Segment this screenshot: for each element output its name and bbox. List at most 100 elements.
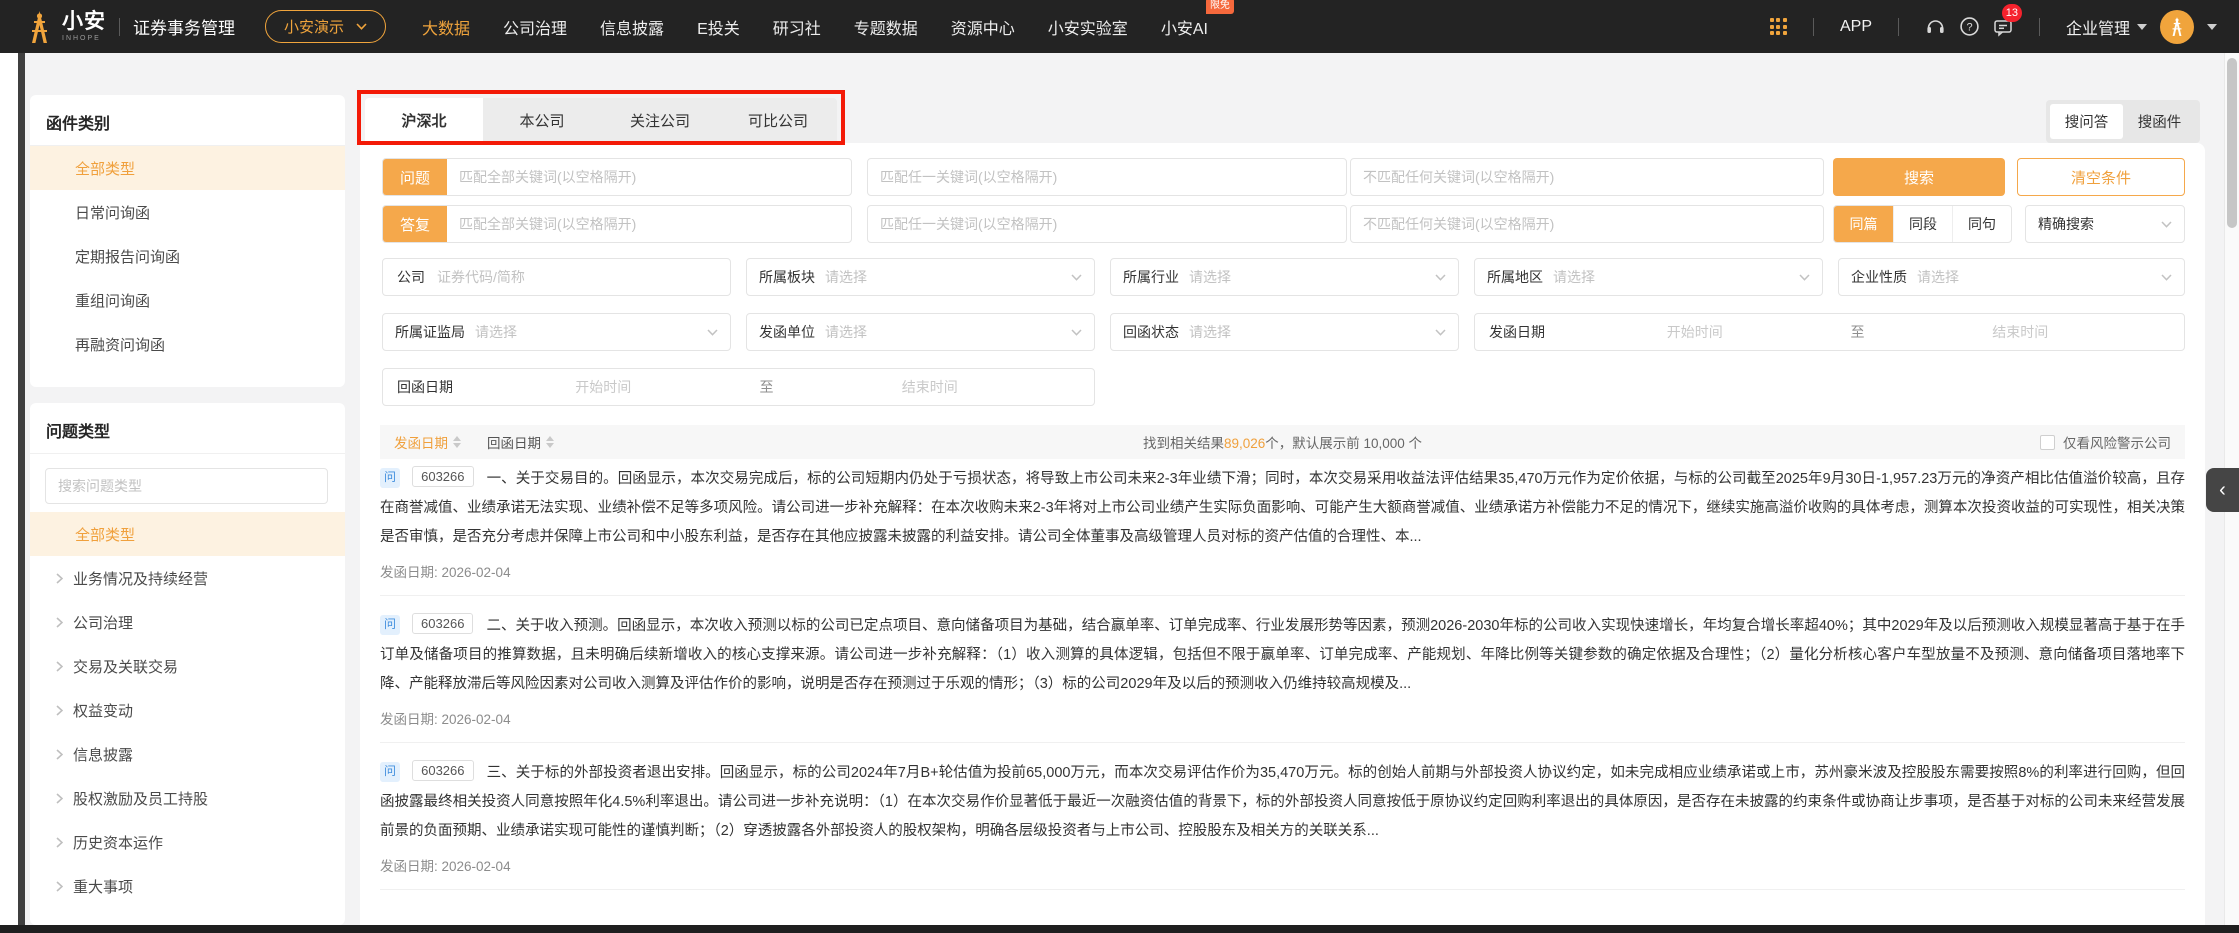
- divider: [2038, 17, 2040, 36]
- nav-item-topic-data[interactable]: 专题数据: [854, 15, 918, 39]
- question-type-search-input[interactable]: [45, 468, 328, 504]
- answer-match-all-field: 答复: [382, 205, 852, 243]
- letter-category-panel: 函件类别 全部类型 日常问询函 定期报告问询函 重组问询函 再融资问询函: [30, 95, 345, 387]
- csrc-bureau-select[interactable]: 所属证监局 请选择: [382, 313, 731, 351]
- question-type-capital-history[interactable]: 历史资本运作: [30, 820, 345, 864]
- enterprise-nature-select[interactable]: 企业性质 请选择: [1838, 258, 2185, 296]
- stock-code-tag[interactable]: 603266: [412, 760, 474, 781]
- logo-text: 小安: [62, 10, 106, 33]
- letter-type-restructuring[interactable]: 重组问询函: [30, 278, 345, 322]
- reply-status-select[interactable]: 回函状态 请选择: [1110, 313, 1459, 351]
- letter-type-daily-inquiry[interactable]: 日常问询函: [30, 190, 345, 234]
- question-type-all[interactable]: 全部类型: [30, 512, 345, 556]
- result-question-text[interactable]: 二、关于收入预测。回函显示，本次收入预测以标的公司已定点项目、意向储备项目为基础…: [380, 618, 2185, 692]
- question-type-business[interactable]: 业务情况及持续经营: [30, 556, 345, 600]
- app-download-link[interactable]: APP: [1840, 18, 1872, 36]
- reply-date-end[interactable]: 结束时间: [780, 377, 1081, 397]
- derrick-logo-icon: [32, 10, 47, 43]
- message-icon[interactable]: 13: [1993, 3, 2022, 37]
- answer-match-any-input[interactable]: [868, 206, 1346, 242]
- help-icon[interactable]: ?: [1959, 16, 1980, 37]
- app-grid-icon[interactable]: [1769, 18, 1787, 35]
- nav-item-bigdata[interactable]: 大数据: [422, 15, 470, 39]
- scope-same-sentence[interactable]: 同句: [1952, 206, 2011, 242]
- divider: [119, 17, 120, 36]
- scope-same-article[interactable]: 同篇: [1834, 206, 1893, 242]
- question-type-transactions[interactable]: 交易及关联交易: [30, 644, 345, 688]
- chevron-down-icon: [2137, 23, 2147, 30]
- chevron-right-icon: [56, 616, 63, 628]
- tab-own-company[interactable]: 本公司: [483, 98, 601, 143]
- search-button[interactable]: 搜索: [1833, 158, 2005, 196]
- letter-type-periodic-report[interactable]: 定期报告问询函: [30, 234, 345, 278]
- chevron-right-icon: [56, 660, 63, 672]
- mode-search-qa[interactable]: 搜问答: [2050, 104, 2123, 139]
- nav-item-ai[interactable]: 小安AI 限免: [1161, 0, 1234, 39]
- question-type-disclosure[interactable]: 信息披露: [30, 732, 345, 776]
- org-management-menu[interactable]: 企业管理: [2066, 15, 2147, 39]
- result-question-text[interactable]: 一、关于交易目的。回函显示，本次交易完成后，标的公司短期内仍处于亏损状态，将导致…: [380, 471, 2185, 545]
- tab-comparable-companies[interactable]: 可比公司: [719, 98, 837, 143]
- risk-filter-checkbox[interactable]: [2040, 434, 2055, 450]
- tab-watched-companies[interactable]: 关注公司: [601, 98, 719, 143]
- risk-filter[interactable]: 仅看风险警示公司: [2040, 432, 2171, 452]
- tab-hushenbei[interactable]: 沪深北: [365, 98, 483, 143]
- precise-search-select[interactable]: 精确搜索: [2025, 205, 2185, 243]
- result-question-text[interactable]: 三、关于标的外部投资者退出安排。回函显示，标的公司2024年7月B+轮估值为投前…: [380, 765, 2185, 839]
- question-match-none-field: [1350, 158, 1824, 196]
- scrollbar-thumb[interactable]: [2227, 58, 2237, 228]
- question-type-major-events[interactable]: 重大事项: [30, 864, 345, 908]
- letter-type-refinancing[interactable]: 再融资问询函: [30, 322, 345, 366]
- panel-collapse-handle[interactable]: ‹: [2206, 468, 2239, 512]
- chevron-down-icon[interactable]: [2207, 23, 2217, 30]
- reply-date-start[interactable]: 开始时间: [453, 377, 754, 397]
- stock-code-tag[interactable]: 603266: [412, 613, 474, 634]
- nav-item-eir[interactable]: E投关: [697, 15, 740, 39]
- answer-match-none-input[interactable]: [1351, 206, 1823, 242]
- question-badge: 问: [380, 761, 400, 782]
- question-type-equity-change[interactable]: 权益变动: [30, 688, 345, 732]
- question-type-incentive[interactable]: 股权激励及员工持股: [30, 776, 345, 820]
- stock-code-tag[interactable]: 603266: [412, 466, 474, 487]
- divider: [1897, 17, 1899, 36]
- chevron-down-icon: [1799, 273, 1810, 281]
- send-date-start[interactable]: 开始时间: [1545, 322, 1845, 342]
- env-selector-label: 小安演示: [284, 19, 345, 36]
- clear-conditions-button[interactable]: 清空条件: [2017, 158, 2185, 196]
- nav-item-resource-center[interactable]: 资源中心: [951, 15, 1015, 39]
- question-type-governance[interactable]: 公司治理: [30, 600, 345, 644]
- nav-item-governance[interactable]: 公司治理: [503, 15, 567, 39]
- send-date-end[interactable]: 结束时间: [1871, 322, 2171, 342]
- answer-match-all-input[interactable]: [447, 206, 851, 242]
- question-match-none-input[interactable]: [1351, 159, 1823, 195]
- letter-type-all[interactable]: 全部类型: [30, 146, 345, 190]
- result-send-date: 发函日期: 2026-02-04: [380, 712, 511, 727]
- sort-by-reply-date[interactable]: 回函日期: [487, 432, 554, 452]
- nav-item-lab[interactable]: 小安实验室: [1048, 15, 1128, 39]
- reply-date-range-field[interactable]: 回函日期 开始时间 至 结束时间: [382, 368, 1095, 406]
- svg-text:?: ?: [1966, 22, 1972, 34]
- topbar-right-cluster: APP ? 13 企业管理: [1769, 3, 2217, 44]
- result-item: 问 603266 一、关于交易目的。回函显示，本次交易完成后，标的公司短期内仍处…: [380, 465, 2185, 596]
- headset-icon[interactable]: [1925, 16, 1946, 37]
- board-select[interactable]: 所属板块 请选择: [746, 258, 1095, 296]
- region-select[interactable]: 所属地区 请选择: [1474, 258, 1823, 296]
- sort-by-send-date[interactable]: 发函日期: [394, 432, 461, 452]
- sender-unit-select[interactable]: 发函单位 请选择: [746, 313, 1095, 351]
- send-date-range-field[interactable]: 发函日期 开始时间 至 结束时间: [1474, 313, 2185, 351]
- env-selector[interactable]: 小安演示: [265, 10, 387, 43]
- app-title: 证券事务管理: [133, 19, 235, 38]
- search-content-card: 问题 搜索 清空条件 答复 同篇 同段 同句 精确搜索: [360, 143, 2205, 933]
- mode-search-letters[interactable]: 搜函件: [2123, 104, 2196, 139]
- nav-item-academy[interactable]: 研习社: [773, 15, 821, 39]
- brand-logo[interactable]: 小安 INHOPE: [26, 10, 106, 44]
- nav-item-disclosure[interactable]: 信息披露: [600, 15, 664, 39]
- user-avatar[interactable]: [2160, 9, 2194, 44]
- company-input[interactable]: [425, 259, 730, 295]
- free-trial-badge: 限免: [1205, 0, 1234, 14]
- industry-select[interactable]: 所属行业 请选择: [1110, 258, 1459, 296]
- question-match-any-input[interactable]: [868, 159, 1346, 195]
- question-match-all-input[interactable]: [447, 159, 851, 195]
- scope-same-paragraph[interactable]: 同段: [1893, 206, 1952, 242]
- search-mode-toggle: 搜问答 搜函件: [2046, 100, 2200, 143]
